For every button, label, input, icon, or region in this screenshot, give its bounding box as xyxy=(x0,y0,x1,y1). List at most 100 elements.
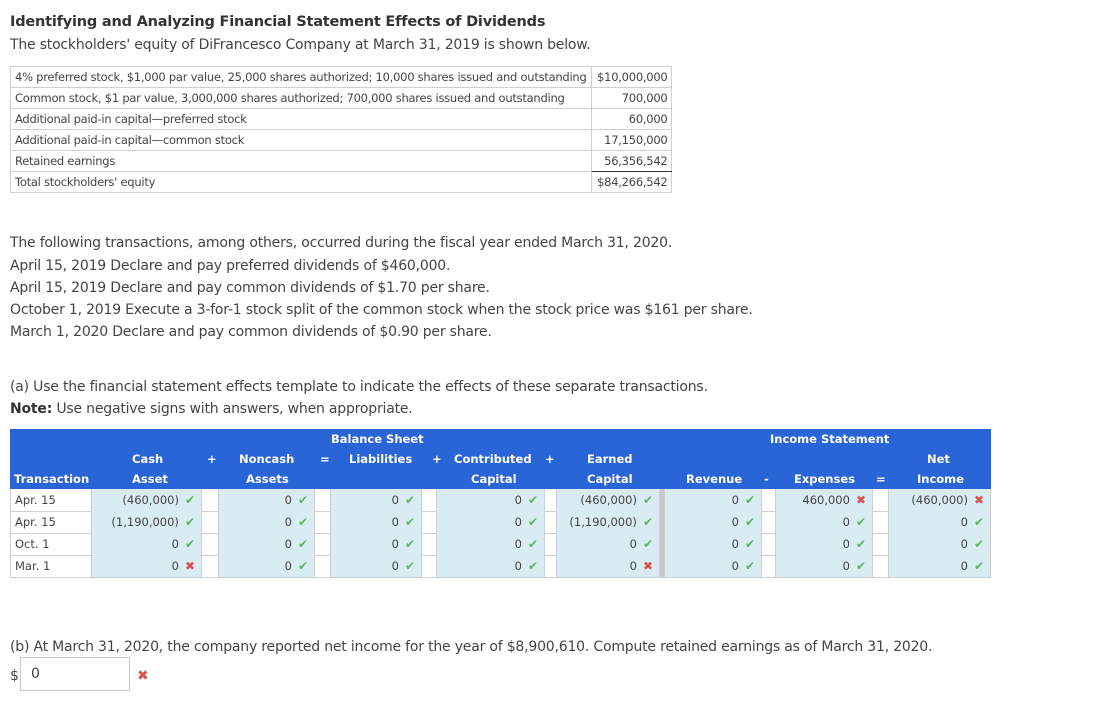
contributed-input[interactable]: 0 ✔ xyxy=(436,511,545,533)
cell-value: 0 xyxy=(284,493,292,507)
page-title: Identifying and Analyzing Financial Stat… xyxy=(10,14,546,30)
equity-amount: 60,000 xyxy=(590,108,672,130)
equity-row: Retained earnings 56,356,542 xyxy=(10,150,672,172)
operator-equals: = xyxy=(876,472,886,486)
cell-value: 0 xyxy=(284,559,292,573)
checkmark-icon: ✔ xyxy=(642,537,653,551)
revenue-input[interactable]: 0 ✔ xyxy=(664,533,762,555)
cell-value: 0 xyxy=(514,493,522,507)
table-row: Apr. 15 (460,000) ✔ 0 ✔ 0 ✔ 0 ✔ (460,000) ✔ 0 ✔ 460,0… xyxy=(10,489,991,512)
earned-input[interactable]: 0 ✔ xyxy=(556,533,660,555)
liabilities-input[interactable]: 0 ✔ xyxy=(330,555,422,577)
checkmark-icon: ✔ xyxy=(973,559,984,573)
checkmark-icon: ✔ xyxy=(744,537,755,551)
earned-input[interactable]: (460,000) ✔ xyxy=(556,489,660,511)
equity-label: Total stockholders' equity xyxy=(10,171,592,193)
revenue-input[interactable]: 0 ✔ xyxy=(664,511,762,533)
equity-amount: 700,000 xyxy=(590,87,672,109)
checkmark-icon: ✔ xyxy=(184,493,195,507)
checkmark-icon: ✔ xyxy=(527,559,538,573)
transactions-intro: The following transactions, among others… xyxy=(10,235,673,251)
contributed-input[interactable]: 0 ✔ xyxy=(436,489,545,511)
earned-input[interactable]: (1,190,000) ✔ xyxy=(556,511,660,533)
cell-value: 0 xyxy=(629,537,637,551)
table-row: Apr. 15 (1,190,000) ✔ 0 ✔ 0 ✔ 0 ✔ (1,190,000) ✔ 0 ✔ 0… xyxy=(10,511,991,534)
part-b-question: (b) At March 31, 2020, the company repor… xyxy=(10,639,933,655)
cell-value: 0 xyxy=(842,559,850,573)
stockholders-equity-table: 4% preferred stock, $1,000 par value, 25… xyxy=(10,66,672,193)
cell-value: 0 xyxy=(391,537,399,551)
effects-table-header: Balance Sheet Income Statement Transacti… xyxy=(10,429,991,489)
col-header-transaction: Transaction xyxy=(14,472,90,486)
checkmark-icon: ✔ xyxy=(855,559,866,573)
revenue-input[interactable]: 0 ✔ xyxy=(664,489,762,511)
checkmark-icon: ✔ xyxy=(642,515,653,529)
cell-value: 0 xyxy=(391,515,399,529)
cell-value: 460,000 xyxy=(802,493,850,507)
col-header-cash: Asset xyxy=(132,472,168,486)
net-income-input[interactable]: 0 ✔ xyxy=(888,555,991,577)
operator-plus: + xyxy=(545,452,555,466)
col-header-net-income: Net xyxy=(927,452,950,466)
noncash-input[interactable]: 0 ✔ xyxy=(218,555,315,577)
checkmark-icon: ✔ xyxy=(744,493,755,507)
expenses-input[interactable]: 0 ✔ xyxy=(775,533,873,555)
expenses-input[interactable]: 460,000 ✖ xyxy=(775,489,873,511)
net-income-input[interactable]: (460,000) ✖ xyxy=(888,489,991,511)
cell-value: 0 xyxy=(514,515,522,529)
incorrect-icon: ✖ xyxy=(137,668,149,684)
col-header-contributed-capital: Contributed xyxy=(454,452,532,466)
group-header-balance-sheet: Balance Sheet xyxy=(331,432,424,446)
cell-value: (1,190,000) xyxy=(569,515,637,529)
checkmark-icon: ✔ xyxy=(973,515,984,529)
equity-total-row: Total stockholders' equity $84,266,542 xyxy=(10,171,672,193)
cell-value: 0 xyxy=(960,559,968,573)
operator-equals: = xyxy=(320,452,330,466)
col-header-contributed-capital: Capital xyxy=(471,472,517,486)
revenue-input[interactable]: 0 ✔ xyxy=(664,555,762,577)
incorrect-icon: ✖ xyxy=(184,559,195,573)
col-header-noncash: Assets xyxy=(246,472,289,486)
equity-amount: $84,266,542 xyxy=(590,171,672,193)
cash-input[interactable]: (1,190,000) ✔ xyxy=(91,511,202,533)
cash-input[interactable]: 0 ✔ xyxy=(91,533,202,555)
net-income-input[interactable]: 0 ✔ xyxy=(888,533,991,555)
liabilities-input[interactable]: 0 ✔ xyxy=(330,489,422,511)
transaction-date: Mar. 1 xyxy=(10,555,91,577)
retained-earnings-input[interactable]: 0 xyxy=(20,657,130,691)
cash-input[interactable]: (460,000) ✔ xyxy=(91,489,202,511)
operator-minus: - xyxy=(764,472,769,486)
cell-value: (460,000) xyxy=(580,493,637,507)
transaction-item: March 1, 2020 Declare and pay common div… xyxy=(10,324,492,340)
contributed-input[interactable]: 0 ✔ xyxy=(436,555,545,577)
equity-row: Additional paid-in capital—preferred sto… xyxy=(10,108,672,130)
expenses-input[interactable]: 0 ✔ xyxy=(775,555,873,577)
noncash-input[interactable]: 0 ✔ xyxy=(218,533,315,555)
liabilities-input[interactable]: 0 ✔ xyxy=(330,533,422,555)
contributed-input[interactable]: 0 ✔ xyxy=(436,533,545,555)
equity-row: 4% preferred stock, $1,000 par value, 25… xyxy=(10,66,672,88)
cell-value: 0 xyxy=(731,515,739,529)
intro-text: The stockholders' equity of DiFrancesco … xyxy=(10,37,591,53)
checkmark-icon: ✔ xyxy=(973,537,984,551)
noncash-input[interactable]: 0 ✔ xyxy=(218,511,315,533)
checkmark-icon: ✔ xyxy=(744,515,755,529)
cell-value: 0 xyxy=(171,559,179,573)
expenses-input[interactable]: 0 ✔ xyxy=(775,511,873,533)
earned-input[interactable]: 0 ✖ xyxy=(556,555,660,577)
checkmark-icon: ✔ xyxy=(297,493,308,507)
liabilities-input[interactable]: 0 ✔ xyxy=(330,511,422,533)
currency-symbol: $ xyxy=(10,668,19,684)
cell-value: 0 xyxy=(391,493,399,507)
equity-label: Retained earnings xyxy=(10,150,592,172)
cell-value: 0 xyxy=(171,537,179,551)
net-income-input[interactable]: 0 ✔ xyxy=(888,511,991,533)
col-header-earned-capital: Earned xyxy=(587,452,633,466)
operator-plus: + xyxy=(207,452,217,466)
noncash-input[interactable]: 0 ✔ xyxy=(218,489,315,511)
checkmark-icon: ✔ xyxy=(527,515,538,529)
cell-value: 0 xyxy=(514,537,522,551)
checkmark-icon: ✔ xyxy=(404,559,415,573)
cash-input[interactable]: 0 ✖ xyxy=(91,555,202,577)
col-header-cash: Cash xyxy=(132,452,164,466)
